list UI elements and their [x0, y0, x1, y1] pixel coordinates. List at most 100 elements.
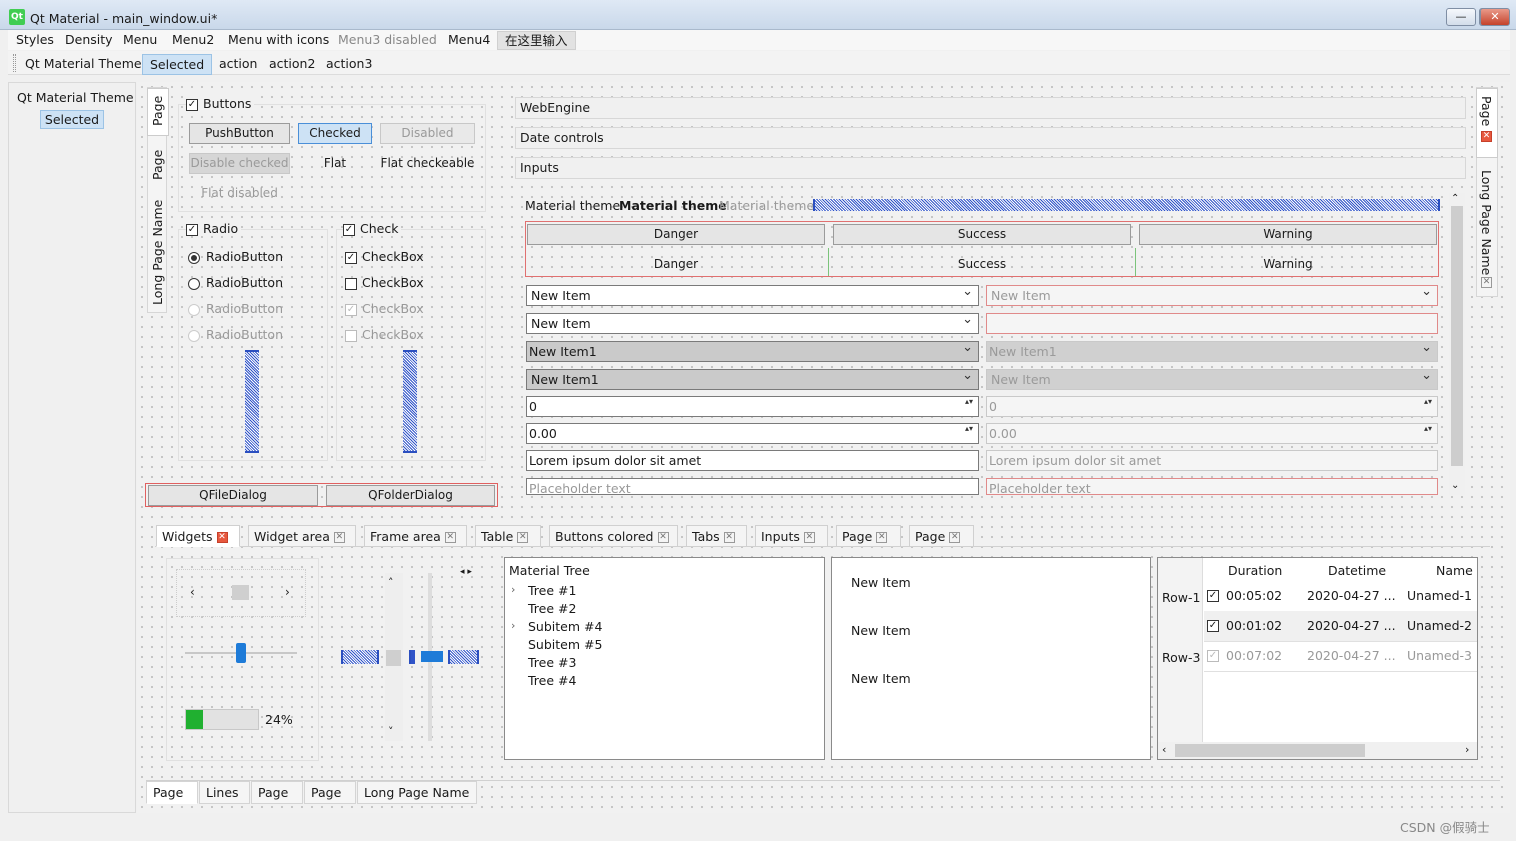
menu-menu2[interactable]: Menu2 [172, 31, 214, 48]
table-cell[interactable]: 2020-04-27 ... [1307, 648, 1396, 663]
tab-inputs[interactable]: Inputs ✕ [755, 525, 828, 547]
line-edit[interactable]: Lorem ipsum dolor sit amet [526, 450, 979, 471]
warning-button[interactable]: Warning [1139, 224, 1437, 245]
vertical-scrollbar-1[interactable] [245, 350, 259, 453]
tree-item[interactable]: Tree #2 [528, 601, 576, 616]
bottom-tab-page[interactable]: Page [146, 781, 198, 804]
chevron-left-icon[interactable]: ‹ [190, 585, 195, 599]
row-header[interactable]: Row-3 [1162, 650, 1200, 665]
buttons-group-title[interactable]: ✓ Buttons [186, 96, 255, 111]
mini-scrollbar-right[interactable] [448, 650, 479, 664]
radio-group-title[interactable]: ✓ Radio [186, 221, 242, 236]
slider-handle[interactable] [236, 643, 246, 663]
tree-item[interactable]: Tree #3 [528, 655, 576, 670]
checkbox-checked-icon[interactable]: ✓ [1207, 590, 1219, 602]
close-button[interactable]: ✕ [1480, 8, 1510, 26]
tab-table[interactable]: Table ✕ [475, 525, 541, 547]
menu-menu[interactable]: Menu [123, 31, 157, 48]
tab-widget-area[interactable]: Widget area ✕ [248, 525, 356, 547]
toolbar-selected[interactable]: Selected [142, 54, 213, 75]
success-flat-button[interactable]: Success [833, 257, 1131, 271]
table-cell[interactable]: Unamed-3 [1407, 648, 1472, 663]
flat-checkable-button[interactable]: Flat checkeable [380, 156, 475, 170]
column-header-datetime[interactable]: Datetime [1328, 563, 1386, 578]
tree-item[interactable]: Tree #1 [528, 583, 576, 598]
checkbox-checked-icon[interactable]: ✓ [1207, 650, 1219, 662]
success-button[interactable]: Success [833, 224, 1131, 245]
table-hscroll-handle[interactable] [1175, 744, 1365, 757]
radio-button-1[interactable]: RadioButton [188, 249, 283, 264]
vtab-page-2[interactable]: Page [150, 150, 165, 180]
bottom-tab-lines[interactable]: Lines [199, 781, 250, 804]
toolbar-handle[interactable] [13, 54, 16, 72]
table-cell[interactable]: 2020-04-27 ... [1307, 618, 1396, 633]
tree-item[interactable]: Tree #4 [528, 673, 576, 688]
menu-menu4[interactable]: Menu4 [448, 31, 490, 48]
combo-box-1[interactable]: New Item [526, 282, 979, 306]
list-item[interactable]: New Item [851, 575, 911, 590]
tree-item[interactable]: Subitem #5 [528, 637, 602, 652]
vertical-scrollbar-2[interactable] [403, 350, 417, 453]
check-group-title[interactable]: ✓ Check [343, 221, 402, 236]
arrow-left-right-icon[interactable]: ◂ ▸ [460, 567, 472, 577]
toolbox-inputs[interactable]: Inputs [515, 157, 1466, 179]
scroll-handle-small[interactable] [386, 650, 401, 666]
chevron-down-icon[interactable]: ˅ [388, 725, 394, 738]
folder-dialog-button[interactable]: QFolderDialog [326, 485, 495, 506]
chevron-left-icon[interactable]: ‹ [1162, 743, 1166, 756]
chevron-up-icon[interactable]: ˄ [388, 576, 394, 589]
table-cell[interactable]: 2020-04-27 ... [1307, 588, 1396, 603]
danger-flat-button[interactable]: Danger [527, 257, 825, 271]
chevron-right-icon[interactable]: › [1465, 743, 1469, 756]
radio-button-2[interactable]: RadioButton [188, 275, 283, 290]
combo-box-4[interactable]: New Item1 [526, 366, 979, 390]
checked-button[interactable]: Checked [298, 123, 372, 144]
push-button[interactable]: PushButton [189, 123, 290, 144]
menu-styles[interactable]: Styles [16, 31, 54, 48]
menu-with-icons[interactable]: Menu with icons [228, 31, 329, 48]
bottom-tab-page[interactable]: Page [251, 781, 303, 804]
toolbox-webengine[interactable]: WebEngine [515, 97, 1466, 119]
close-tab-icon[interactable]: ✕ [1481, 131, 1492, 142]
toolbox-date-controls[interactable]: Date controls [515, 127, 1466, 149]
close-tab-icon[interactable]: ✕ [517, 532, 529, 543]
vtab-page-1[interactable]: Page [150, 96, 165, 126]
close-tab-icon[interactable]: ✕ [723, 532, 735, 543]
column-header-name[interactable]: Name [1436, 563, 1473, 578]
combo-box-3[interactable]: New Item1 [526, 338, 979, 362]
mini-scrollbar-left[interactable] [341, 650, 379, 664]
close-tab-icon[interactable]: ✕ [1481, 277, 1492, 288]
spin-box[interactable]: 0 [526, 396, 979, 417]
menu-density[interactable]: Density [65, 31, 113, 48]
tab-page[interactable]: Page ✕ [836, 525, 901, 547]
right-vtab-page[interactable]: Page [1479, 96, 1494, 126]
toolbar-action[interactable]: action [219, 56, 257, 71]
danger-button[interactable]: Danger [527, 224, 825, 245]
tree-item[interactable]: Subitem #4 [528, 619, 602, 634]
close-tab-icon[interactable]: ✕ [657, 532, 669, 543]
menu-type-here[interactable]: 在这里输入 [497, 31, 576, 50]
scroll-down-icon[interactable]: ⌄ [1451, 480, 1459, 491]
bottom-tab-long-page-name[interactable]: Long Page Name [357, 781, 477, 804]
vtab-long-page-name[interactable]: Long Page Name [150, 200, 165, 305]
right-vtab-long-page-name[interactable]: Long Page Name [1479, 170, 1494, 275]
dock-selected-button[interactable]: Selected [40, 110, 104, 129]
table-cell[interactable]: 00:05:02 [1226, 588, 1282, 603]
warning-flat-button[interactable]: Warning [1139, 257, 1437, 271]
scrollbar-handle[interactable] [1451, 206, 1463, 466]
toolbar-action2[interactable]: action2 [269, 56, 315, 71]
list-item[interactable]: New Item [851, 671, 911, 686]
table-cell[interactable]: Unamed-2 [1407, 618, 1472, 633]
checkbox-checked-icon[interactable]: ✓ [1207, 620, 1219, 632]
hscroll-handle[interactable] [232, 585, 249, 600]
checkbox-2[interactable]: CheckBox [345, 275, 424, 290]
table-cell[interactable]: 00:01:02 [1226, 618, 1282, 633]
file-dialog-button[interactable]: QFileDialog [148, 485, 318, 506]
tab-widgets[interactable]: Widgets ✕ [156, 525, 240, 547]
close-tab-icon[interactable]: ✕ [949, 532, 961, 543]
close-tab-icon[interactable]: ✕ [803, 532, 815, 543]
vertical-slider-handle[interactable] [421, 651, 443, 662]
table-cell[interactable]: Unamed-1 [1407, 588, 1472, 603]
placeholder-input[interactable]: Placeholder text [526, 478, 979, 495]
row-header[interactable]: Row-1 [1162, 590, 1200, 605]
